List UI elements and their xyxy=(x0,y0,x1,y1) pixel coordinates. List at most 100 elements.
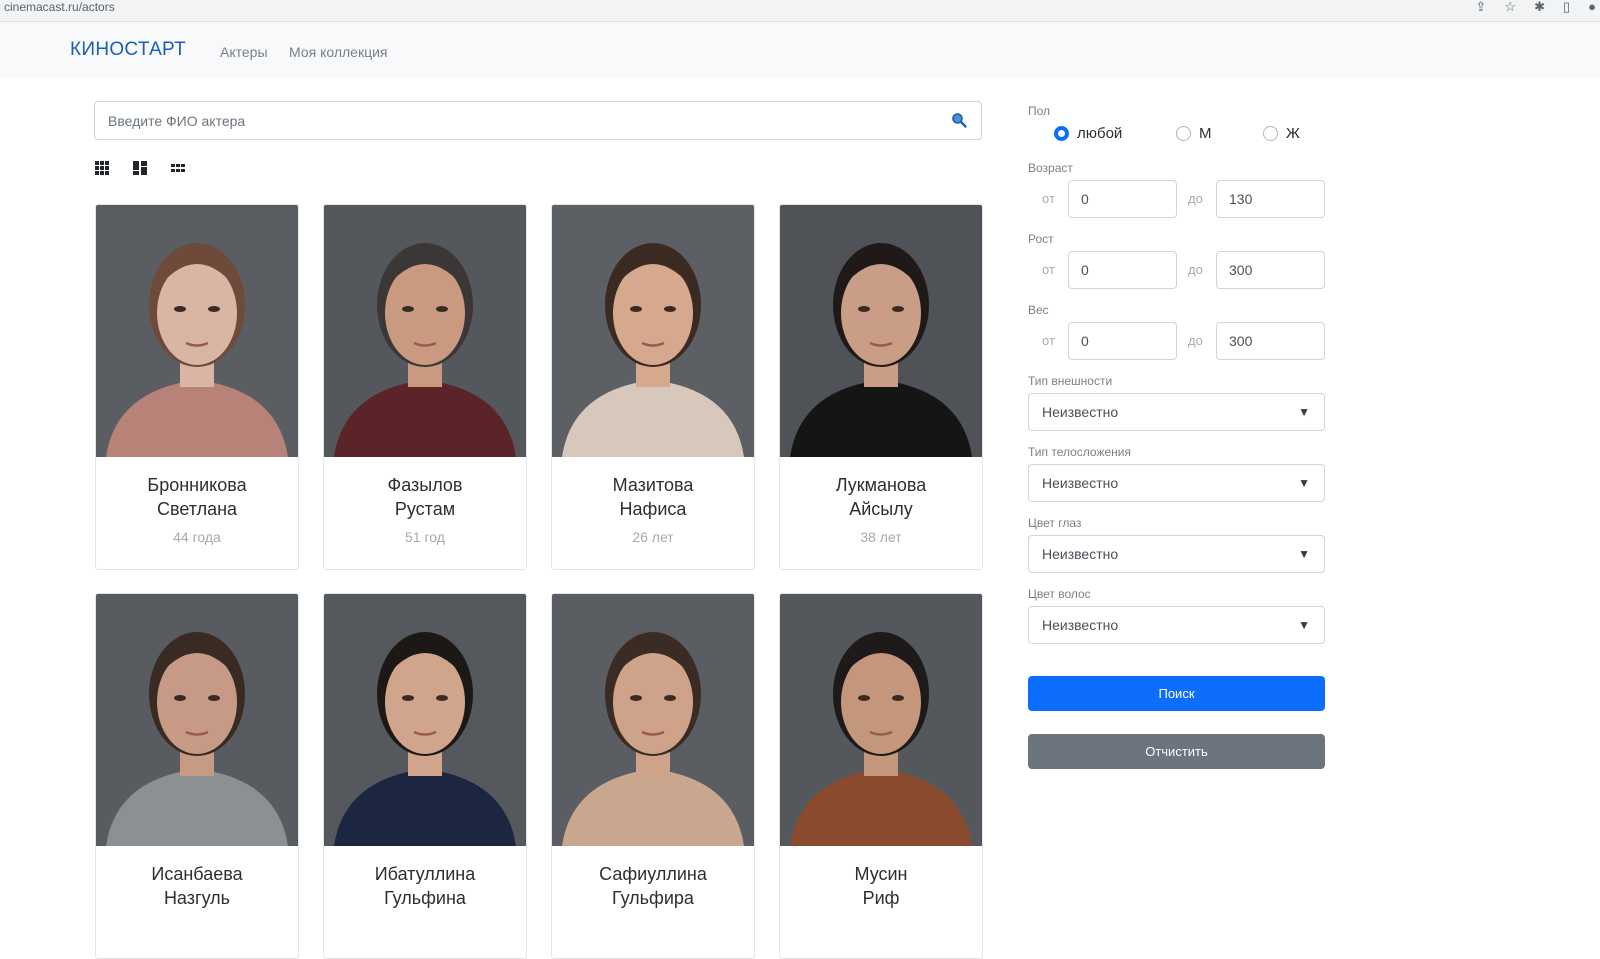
height-label: Рост xyxy=(1028,232,1054,246)
nav-link-collection[interactable]: Моя коллекция xyxy=(289,44,388,60)
extensions-icon[interactable]: ✱ xyxy=(1534,0,1545,14)
actor-first-name[interactable]: Назгуль xyxy=(96,886,298,910)
actor-first-name[interactable]: Рустам xyxy=(324,497,526,521)
hair-color-label: Цвет волос xyxy=(1028,587,1091,601)
appearance-select[interactable]: Неизвестно ▼ xyxy=(1028,393,1325,431)
body-type-label: Тип телосложения xyxy=(1028,445,1131,459)
eye-color-select[interactable]: Неизвестно ▼ xyxy=(1028,535,1325,573)
appearance-label: Тип внешности xyxy=(1028,374,1113,388)
gender-option-female[interactable]: Ж xyxy=(1263,125,1300,142)
navbar: КИНОСТАРТ Актеры Моя коллекция xyxy=(0,22,1600,78)
actor-card[interactable]: Мусин Риф xyxy=(779,593,983,959)
actor-card-body: Лукманова Айсылу 38 лет xyxy=(780,457,982,569)
actor-first-name[interactable]: Айсылу xyxy=(780,497,982,521)
compact-view-icon[interactable] xyxy=(170,160,186,176)
actor-surname[interactable]: Сафиуллина xyxy=(552,862,754,886)
actor-card[interactable]: Ибатуллина Гульфина xyxy=(323,593,527,959)
radio-icon[interactable] xyxy=(1263,126,1278,141)
actor-age: 51 год xyxy=(405,529,445,545)
weight-to-input[interactable] xyxy=(1216,322,1325,360)
actor-photo[interactable] xyxy=(552,205,754,457)
search-box xyxy=(94,101,982,140)
actor-card[interactable]: Лукманова Айсылу 38 лет xyxy=(779,204,983,570)
search-icon[interactable] xyxy=(951,112,967,128)
actor-card[interactable]: Исанбаева Назгуль xyxy=(95,593,299,959)
actor-card-body: Бронникова Светлана 44 года xyxy=(96,457,298,569)
url-text[interactable]: cinemacast.ru/actors xyxy=(4,0,115,14)
actor-age: 26 лет xyxy=(632,529,674,545)
radio-checked-icon[interactable] xyxy=(1054,126,1069,141)
share-icon[interactable]: ⇪ xyxy=(1476,0,1487,14)
actor-surname[interactable]: Ибатуллина xyxy=(324,862,526,886)
browser-toolbar: ⇪ ☆ ✱ ▯ ● xyxy=(1476,0,1596,14)
gender-option-male[interactable]: М xyxy=(1176,125,1263,142)
actor-first-name[interactable]: Риф xyxy=(780,886,982,910)
actor-surname[interactable]: Бронникова xyxy=(96,473,298,497)
actor-surname[interactable]: Фазылов xyxy=(324,473,526,497)
gender-label: Пол xyxy=(1028,104,1051,118)
masonry-view-icon[interactable] xyxy=(132,160,148,176)
actor-surname[interactable]: Лукманова xyxy=(780,473,982,497)
actor-card[interactable]: Сафиуллина Гульфира xyxy=(551,593,755,959)
chevron-down-icon: ▼ xyxy=(1298,405,1310,419)
actor-age: 38 лет xyxy=(860,529,902,545)
weight-from-label: от xyxy=(1042,333,1055,348)
actor-photo[interactable] xyxy=(324,205,526,457)
eye-color-label: Цвет глаз xyxy=(1028,516,1082,530)
chevron-down-icon: ▼ xyxy=(1298,476,1310,490)
actor-surname[interactable]: Мусин xyxy=(780,862,982,886)
actor-card-body: Ибатуллина Гульфина xyxy=(324,846,526,958)
actor-photo[interactable] xyxy=(780,205,982,457)
chevron-down-icon: ▼ xyxy=(1298,618,1310,632)
actor-photo[interactable] xyxy=(552,594,754,846)
actor-card-body: Фазылов Рустам 51 год xyxy=(324,457,526,569)
hair-color-select[interactable]: Неизвестно ▼ xyxy=(1028,606,1325,644)
profile-icon[interactable]: ● xyxy=(1588,0,1596,14)
actor-first-name[interactable]: Светлана xyxy=(96,497,298,521)
actor-card[interactable]: Мазитова Нафиса 26 лет xyxy=(551,204,755,570)
star-icon[interactable]: ☆ xyxy=(1504,0,1516,14)
browser-address-bar: cinemacast.ru/actors ⇪ ☆ ✱ ▯ ● xyxy=(0,0,1600,22)
actor-surname[interactable]: Исанбаева xyxy=(96,862,298,886)
age-to-label: до xyxy=(1188,191,1203,206)
view-toggles xyxy=(94,160,186,176)
grid-view-icon[interactable] xyxy=(94,160,110,176)
age-label: Возраст xyxy=(1028,161,1073,175)
age-from-input[interactable] xyxy=(1068,180,1177,218)
brand-logo[interactable]: КИНОСТАРТ xyxy=(70,39,186,61)
weight-from-input[interactable] xyxy=(1068,322,1177,360)
actor-photo[interactable] xyxy=(780,594,982,846)
height-from-input[interactable] xyxy=(1068,251,1177,289)
actor-photo[interactable] xyxy=(96,205,298,457)
nav-link-actors[interactable]: Актеры xyxy=(220,44,268,60)
age-from-label: от xyxy=(1042,191,1055,206)
chevron-down-icon: ▼ xyxy=(1298,547,1310,561)
actor-age: 44 года xyxy=(173,529,221,545)
actor-first-name[interactable]: Гульфира xyxy=(552,886,754,910)
body-type-select[interactable]: Неизвестно ▼ xyxy=(1028,464,1325,502)
height-to-label: до xyxy=(1188,262,1203,277)
actor-surname[interactable]: Мазитова xyxy=(552,473,754,497)
actor-first-name[interactable]: Нафиса xyxy=(552,497,754,521)
actor-photo[interactable] xyxy=(96,594,298,846)
actor-card[interactable]: Бронникова Светлана 44 года xyxy=(95,204,299,570)
age-to-input[interactable] xyxy=(1216,180,1325,218)
search-button[interactable]: Поиск xyxy=(1028,676,1325,711)
clear-button[interactable]: Отчистить xyxy=(1028,734,1325,769)
weight-to-label: до xyxy=(1188,333,1203,348)
weight-label: Вес xyxy=(1028,303,1049,317)
radio-icon[interactable] xyxy=(1176,126,1191,141)
gender-option-any[interactable]: любой xyxy=(1054,125,1176,142)
actor-card-body: Сафиуллина Гульфира xyxy=(552,846,754,958)
sidebar-icon[interactable]: ▯ xyxy=(1563,0,1570,14)
actor-first-name[interactable]: Гульфина xyxy=(324,886,526,910)
actor-card-body: Мазитова Нафиса 26 лет xyxy=(552,457,754,569)
search-input[interactable] xyxy=(95,102,945,139)
actor-photo[interactable] xyxy=(324,594,526,846)
actor-card[interactable]: Фазылов Рустам 51 год xyxy=(323,204,527,570)
gender-radio-group: любой М Ж xyxy=(1054,125,1300,142)
height-to-input[interactable] xyxy=(1216,251,1325,289)
height-from-label: от xyxy=(1042,262,1055,277)
actor-card-body: Мусин Риф xyxy=(780,846,982,958)
actor-card-body: Исанбаева Назгуль xyxy=(96,846,298,958)
